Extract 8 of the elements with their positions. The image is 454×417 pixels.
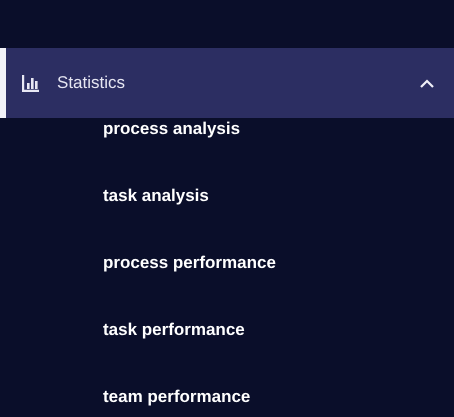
bar-chart-icon [22, 74, 40, 92]
submenu-item[interactable]: process analysis [103, 118, 240, 140]
menu-item[interactable]: Statistics [0, 48, 454, 118]
submenu-item[interactable]: task analysis [103, 185, 209, 207]
menu-label: Statistics [57, 73, 126, 93]
submenu-item[interactable]: process performance [103, 252, 276, 274]
submenu-item[interactable]: task performance [103, 319, 245, 341]
submenu-item[interactable]: team performance [103, 386, 250, 408]
